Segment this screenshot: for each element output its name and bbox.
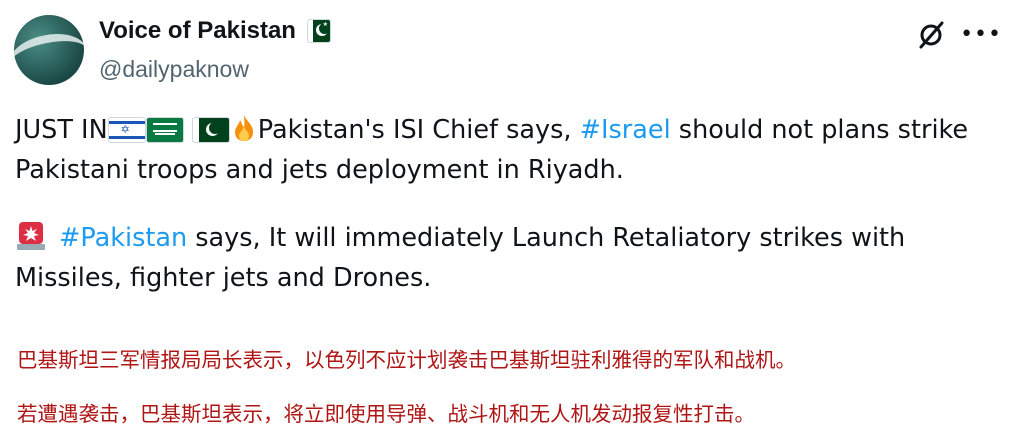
author-name-row: Voice of Pakistan ★ — [99, 17, 330, 45]
pakistan-flag-icon — [192, 118, 229, 142]
more-icon[interactable]: ••• — [960, 24, 1002, 46]
avatar[interactable] — [14, 15, 84, 85]
hashtag-link[interactable]: #Pakistan — [59, 223, 187, 253]
avatar-crescent-graphic — [14, 27, 84, 85]
chinese-translation-line-1: 巴基斯坦三军情报局局长表示，以色列不应计划袭击巴基斯坦驻利雅得的军队和战机。 — [17, 348, 796, 372]
just-in-text: JUST IN — [15, 115, 108, 145]
pakistan-flag-icon: ★ — [307, 20, 330, 42]
siren-icon — [17, 222, 45, 250]
israel-flag-icon: ✡ — [108, 118, 145, 142]
saudi-flag-icon — [146, 118, 183, 142]
tweet-header-actions: ••• — [916, 20, 1002, 50]
fire-icon — [234, 115, 253, 141]
user-handle[interactable]: @dailypaknow — [99, 56, 249, 83]
hashtag-link[interactable]: #Israel — [580, 115, 671, 145]
tweet-paragraph-2: #Pakistan says, It will immediately Laun… — [15, 218, 1000, 298]
display-name[interactable]: Voice of Pakistan — [99, 17, 296, 45]
tweet-paragraph-1: JUST IN ✡ Pakistan's ISI Chief says, #Isr… — [15, 110, 1000, 190]
chinese-translation-line-2: 若遭遇袭击，巴基斯坦表示，将立即使用导弹、战斗机和无人机发动报复性打击。 — [17, 402, 755, 426]
tweet-text: Pakistan's ISI Chief says, — [257, 115, 580, 145]
grok-icon[interactable] — [916, 20, 946, 50]
